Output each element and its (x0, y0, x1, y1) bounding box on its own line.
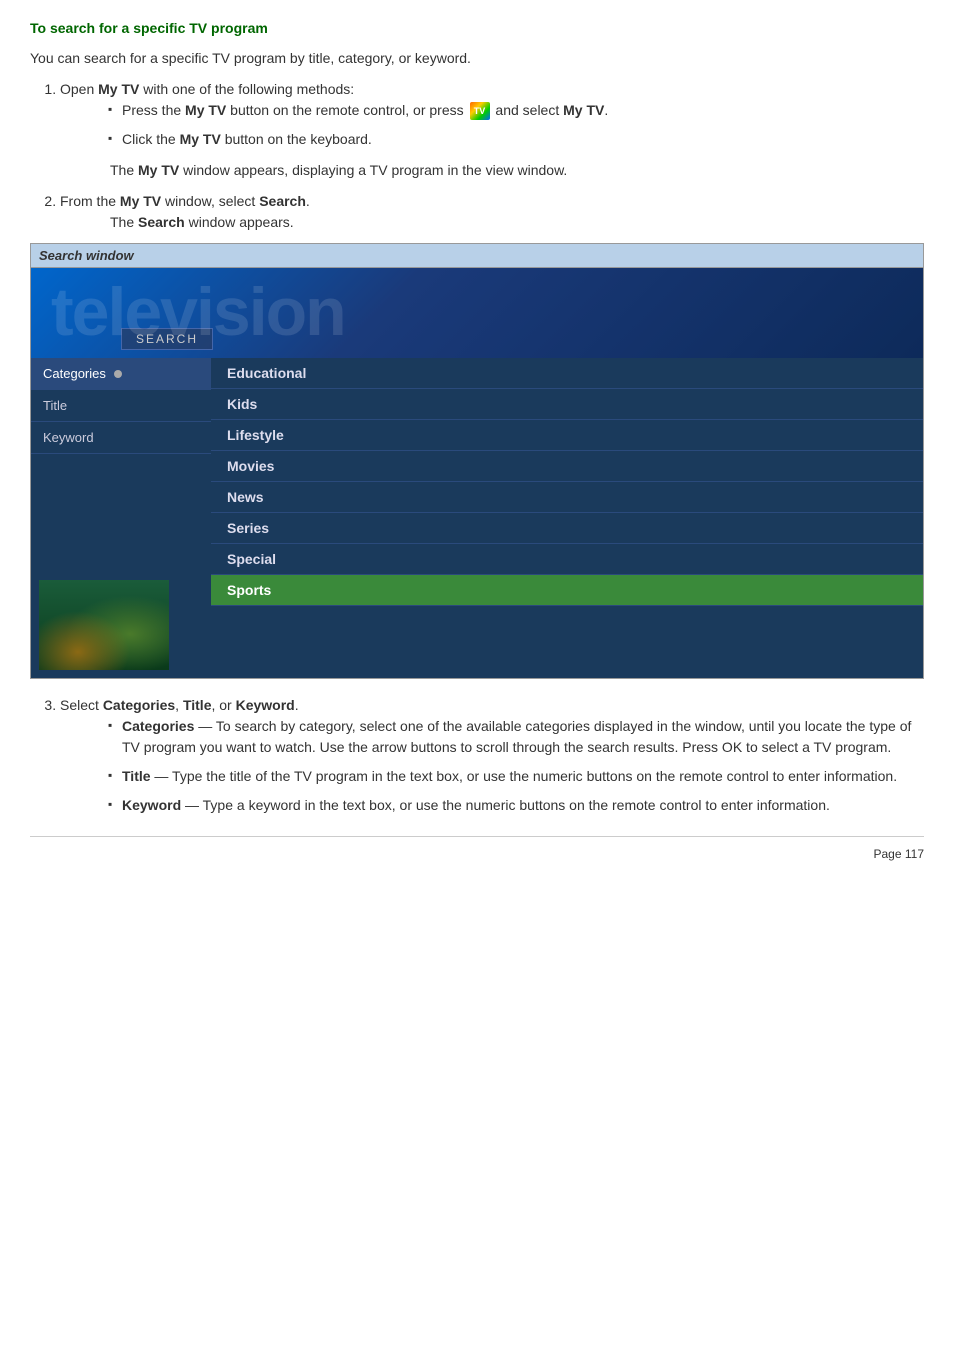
step-3: Select Categories, Title, or Keyword. Ca… (60, 695, 924, 816)
step-1-bullets: Press the My TV button on the remote con… (110, 100, 924, 150)
category-special[interactable]: Special (211, 544, 923, 575)
search-window-label: Search window (30, 243, 924, 267)
category-kids[interactable]: Kids (211, 389, 923, 420)
nav-categories-label: Categories (43, 366, 106, 381)
search-body: Categories Title Keyword Educational Kid… (31, 358, 923, 678)
bullet-1-2: Click the My TV button on the keyboard. (110, 129, 924, 150)
category-movies[interactable]: Movies (211, 451, 923, 482)
step-1-indent: The My TV window appears, displaying a T… (110, 160, 924, 181)
steps-list: Open My TV with one of the following met… (60, 79, 924, 233)
thumbnail-area (31, 454, 211, 678)
nav-categories[interactable]: Categories (31, 358, 211, 390)
category-educational[interactable]: Educational (211, 358, 923, 389)
page-title: To search for a specific TV program (30, 20, 924, 36)
bullet-3-1: Categories — To search by category, sele… (110, 716, 924, 758)
step-2: From the My TV window, select Search. Th… (60, 191, 924, 233)
category-news[interactable]: News (211, 482, 923, 513)
search-left-panel: Categories Title Keyword (31, 358, 211, 678)
step-3-bullets: Categories — To search by category, sele… (110, 716, 924, 816)
bullet-1-1: Press the My TV button on the remote con… (110, 100, 924, 121)
page-number: Page 117 (874, 847, 925, 861)
my-tv-icon: TV (470, 102, 490, 120)
search-header: television SEARCH (31, 268, 923, 358)
step-3-list: Select Categories, Title, or Keyword. Ca… (60, 695, 924, 816)
preview-thumbnail (39, 580, 169, 670)
active-dot-icon (114, 370, 122, 378)
step-2-indent: The Search window appears. (110, 212, 924, 233)
bullet-3-2: Title — Type the title of the TV program… (110, 766, 924, 787)
nav-keyword-label: Keyword (43, 430, 94, 445)
step-1: Open My TV with one of the following met… (60, 79, 924, 181)
search-right-panel: Educational Kids Lifestyle Movies News S… (211, 358, 923, 678)
category-series[interactable]: Series (211, 513, 923, 544)
bullet-3-3: Keyword — Type a keyword in the text box… (110, 795, 924, 816)
nav-keyword[interactable]: Keyword (31, 422, 211, 454)
nav-title[interactable]: Title (31, 390, 211, 422)
page-footer: Page 117 (30, 836, 924, 861)
nav-title-label: Title (43, 398, 67, 413)
thumbnail-image (39, 580, 169, 670)
search-label: SEARCH (121, 328, 213, 350)
intro-paragraph: You can search for a specific TV program… (30, 48, 924, 69)
search-window: television SEARCH Categories Title Keywo… (30, 267, 924, 679)
category-sports[interactable]: Sports (211, 575, 923, 606)
category-lifestyle[interactable]: Lifestyle (211, 420, 923, 451)
